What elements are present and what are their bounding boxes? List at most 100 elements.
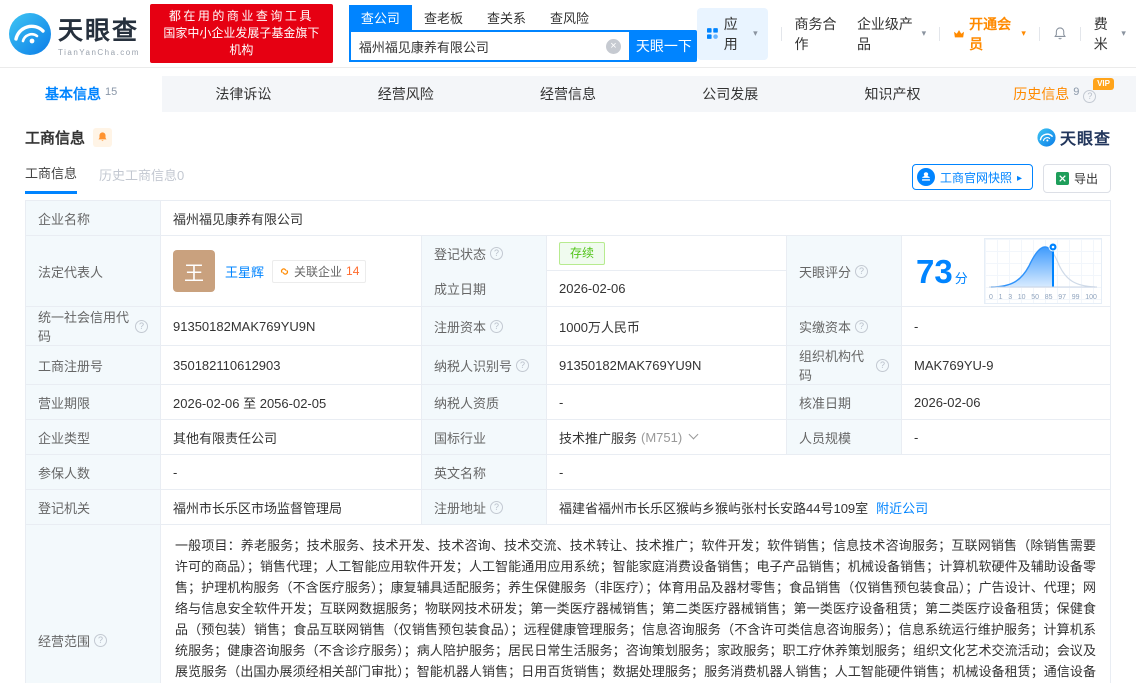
- english-name-value: -: [547, 455, 1111, 490]
- stamp-icon: [916, 168, 935, 186]
- table-row: 工商注册号 350182110612903 纳税人识别号 91350182MAK…: [26, 346, 1111, 385]
- subscribe-bell-badge[interactable]: [93, 127, 113, 147]
- export-button[interactable]: 导出: [1042, 164, 1111, 193]
- nav-vip-label: 开通会员: [969, 15, 1012, 52]
- tab-count: 9: [1073, 86, 1080, 98]
- help-icon[interactable]: [855, 319, 869, 333]
- field-label: 核准日期: [787, 385, 902, 420]
- divider: [780, 26, 782, 41]
- clear-search-icon[interactable]: [605, 38, 621, 54]
- tab-business-info[interactable]: 经营信息: [487, 76, 649, 112]
- search-input[interactable]: [358, 38, 606, 54]
- search-tab-company[interactable]: 查公司: [348, 5, 412, 30]
- approval-date-value: 2026-02-06: [902, 385, 1111, 420]
- field-label: 成立日期: [422, 271, 547, 306]
- score-value: 73: [916, 252, 953, 290]
- business-scope-value: 一般项目：养老服务；技术服务、技术开发、技术咨询、技术交流、技术转让、技术推广；…: [161, 525, 1111, 683]
- search-button[interactable]: 天眼一下: [630, 30, 697, 62]
- field-label: 参保人数: [26, 455, 161, 490]
- apps-grid-icon: [706, 28, 718, 39]
- field-label: 注册地址: [422, 490, 547, 525]
- field-label: 纳税人资质: [422, 385, 547, 420]
- help-icon[interactable]: [876, 358, 889, 372]
- status-badge: 存续: [559, 242, 606, 265]
- search-tab-boss[interactable]: 查老板: [412, 5, 475, 30]
- tianyancha-watermark: 天眼查: [1037, 125, 1111, 149]
- field-label: 国标行业: [422, 420, 547, 455]
- field-label: 统一社会信用代码: [26, 307, 161, 346]
- help-icon[interactable]: [1083, 90, 1097, 103]
- notification-bell-icon[interactable]: [1053, 25, 1067, 42]
- nav-cooperation[interactable]: 商务合作: [795, 14, 844, 54]
- tianyancha-logo-icon: [1037, 127, 1056, 147]
- field-label: 登记状态: [422, 236, 547, 271]
- subtab-history-registration[interactable]: 历史工商信息0: [99, 165, 184, 193]
- tab-legal[interactable]: 法律诉讼: [162, 76, 324, 112]
- nav-femi[interactable]: 费米: [1094, 14, 1126, 54]
- section-header: 工商信息 天眼查: [25, 125, 1111, 149]
- nav-enterprise-label: 企业级产品: [856, 15, 913, 52]
- field-label: 工商注册号: [26, 346, 161, 385]
- nav-apps-label: 应用: [723, 15, 738, 52]
- score-cell[interactable]: 73 分 0 1 3 10 50 85 97 99 100: [902, 236, 1111, 307]
- tab-label: 公司发展: [702, 86, 759, 102]
- help-icon[interactable]: [94, 633, 108, 647]
- search-tab-relation[interactable]: 查关系: [475, 5, 538, 30]
- chevron-down-icon: [1021, 28, 1026, 39]
- help-icon[interactable]: [135, 319, 148, 333]
- field-label: 登记机关: [26, 490, 161, 525]
- main-content: 工商信息 天眼查 工商信息 历史工商信息0 工商官网快照 ▸ 导出 企业名称 福…: [0, 125, 1136, 683]
- divider: [1038, 26, 1040, 41]
- tab-label: 法律诉讼: [215, 86, 272, 102]
- field-label: 企业名称: [26, 201, 161, 236]
- table-row: 经营范围 一般项目：养老服务；技术服务、技术开发、技术咨询、技术交流、技术转让、…: [26, 525, 1111, 683]
- tab-history-info[interactable]: VIP 历史信息 9: [974, 76, 1136, 112]
- crown-icon: [954, 30, 965, 38]
- tab-label: 基本信息: [45, 86, 102, 102]
- subtab-business-registration[interactable]: 工商信息: [25, 163, 78, 194]
- help-icon[interactable]: [490, 247, 504, 260]
- nav-enterprise[interactable]: 企业级产品: [857, 14, 926, 54]
- help-icon[interactable]: [490, 500, 504, 514]
- nearby-companies-link[interactable]: 附近公司: [876, 498, 928, 517]
- snapshot-button-label: 工商官网快照: [939, 170, 1012, 185]
- score-unit: 分: [954, 270, 968, 286]
- related-companies-badge[interactable]: 关联企业 14: [272, 259, 367, 283]
- official-snapshot-button[interactable]: 工商官网快照: [911, 164, 1033, 190]
- table-row: 登记机关 福州市长乐区市场监督管理局 注册地址 福建省福州市长乐区猴屿乡猴屿张村…: [26, 490, 1111, 525]
- brand-logo[interactable]: 天眼查 TianYanCha.com: [8, 11, 140, 57]
- nav-apps[interactable]: 应用: [696, 7, 768, 60]
- table-row: 法定代表人 王 王星辉 关联企业 14 登记状态 存续 成立日期: [26, 236, 1111, 307]
- field-label: 英文名称: [422, 455, 547, 490]
- company-type-value: 其他有限责任公司: [161, 420, 422, 455]
- org-code-value: MAK769YU-9: [902, 346, 1111, 385]
- tab-label: 历史信息: [1013, 86, 1070, 102]
- help-icon[interactable]: [490, 319, 504, 333]
- help-icon[interactable]: [855, 264, 869, 278]
- status-date-subtable: 登记状态 存续 成立日期 2026-02-06: [422, 236, 787, 307]
- company-name-value: 福州福见康养有限公司: [161, 201, 1111, 236]
- tab-basic-info[interactable]: 基本信息 15: [0, 76, 163, 112]
- help-icon[interactable]: [516, 358, 530, 372]
- tab-intellectual-property[interactable]: 知识产权: [811, 76, 973, 112]
- taxpayer-quality-value: -: [547, 385, 787, 420]
- search-tab-risk[interactable]: 查风险: [538, 5, 601, 30]
- legal-rep-link[interactable]: 王星辉: [225, 262, 264, 281]
- business-info-table: 企业名称 福州福见康养有限公司 法定代表人 王 王星辉 关联企业 14 登记状态: [25, 200, 1111, 683]
- search-box: [348, 30, 631, 62]
- field-label: 纳税人识别号: [422, 346, 547, 385]
- chevron-down-icon: [753, 28, 758, 39]
- avatar[interactable]: 王: [173, 250, 215, 292]
- table-row: 企业名称 福州福见康养有限公司: [26, 201, 1111, 236]
- tab-company-development[interactable]: 公司发展: [649, 76, 811, 112]
- field-label: 组织机构代码: [787, 346, 902, 385]
- related-label: 关联企业: [294, 264, 343, 279]
- slogan-line2: 国家中小企业发展子基金旗下机构: [163, 26, 320, 57]
- tab-operating-risk[interactable]: 经营风险: [325, 76, 487, 112]
- industry-value: 技术推广服务 (M751): [547, 420, 787, 455]
- chevron-down-icon[interactable]: [688, 429, 699, 440]
- est-date-value: 2026-02-06: [559, 281, 626, 296]
- nav-vip[interactable]: 开通会员: [953, 14, 1026, 54]
- section-actions: 工商官网快照 导出: [911, 164, 1111, 193]
- paid-capital-value: -: [902, 307, 1111, 346]
